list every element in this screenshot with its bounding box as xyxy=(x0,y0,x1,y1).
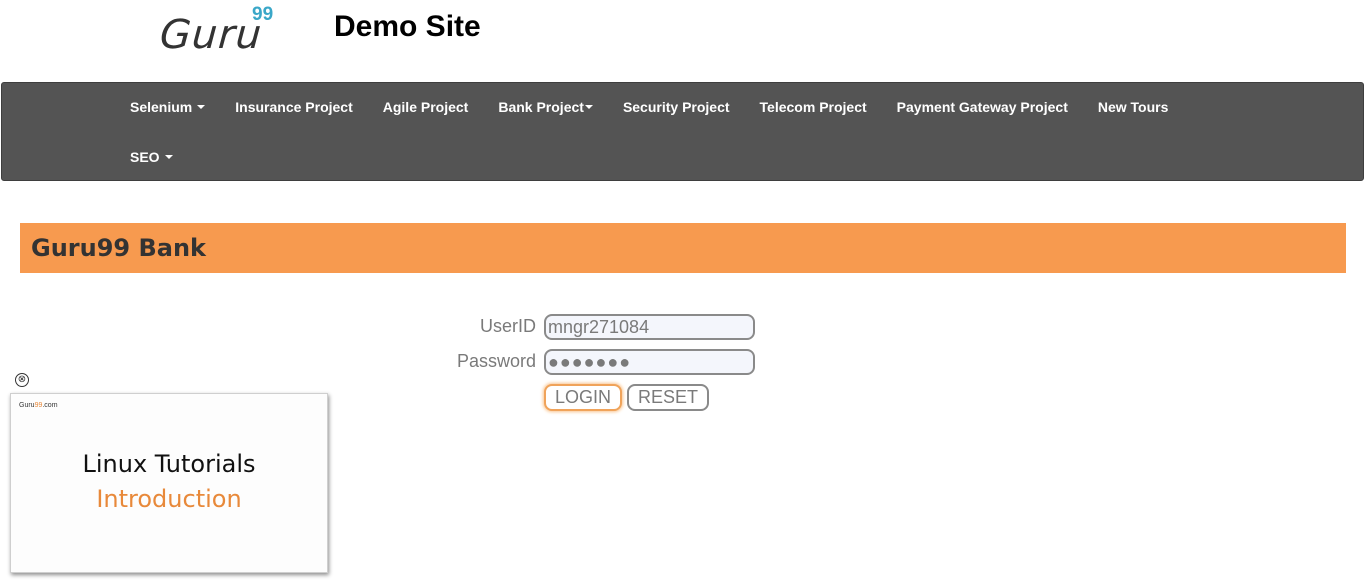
guru99-logo[interactable]: Guru 99 xyxy=(158,4,290,58)
site-title: Demo Site xyxy=(334,10,481,43)
nav-item-telecom-project[interactable]: Telecom Project xyxy=(745,99,882,115)
close-video-icon[interactable]: ⊗ xyxy=(15,373,29,387)
navbar-row-2: SEO xyxy=(115,133,188,181)
nav-item-payment-gateway-project[interactable]: Payment Gateway Project xyxy=(882,99,1083,115)
video-brand-prefix: Guru xyxy=(19,402,35,409)
nav-item-label: New Tours xyxy=(1097,99,1169,115)
nav-item-label: Insurance Project xyxy=(235,99,353,115)
nav-item-label: Security Project xyxy=(622,99,730,115)
nav-item-label: Selenium xyxy=(130,99,193,115)
caret-down-icon xyxy=(197,105,206,109)
userid-input[interactable]: mngr271084 xyxy=(544,314,755,340)
caret-down-icon xyxy=(164,155,173,159)
userid-label: UserID xyxy=(479,316,536,336)
nav-item-security-project[interactable]: Security Project xyxy=(608,99,745,115)
nav-item-label: SEO xyxy=(130,149,160,165)
nav-item-label: Agile Project xyxy=(382,99,469,115)
password-input[interactable]: ●●●●●●● xyxy=(544,349,755,375)
video-title: Linux Tutorials xyxy=(82,450,256,478)
password-label: Password xyxy=(456,351,536,371)
video-player[interactable]: Guru99.com Linux Tutorials Introduction xyxy=(10,393,328,573)
caret-down-icon xyxy=(584,105,593,109)
bank-banner: Guru99 Bank xyxy=(20,223,1346,273)
logo-superscript: 99 xyxy=(252,4,274,25)
login-button[interactable]: LOGIN xyxy=(544,384,622,411)
bank-title: Guru99 Bank xyxy=(31,234,206,262)
nav-item-bank-project[interactable]: Bank Project xyxy=(483,99,608,115)
nav-item-label: Payment Gateway Project xyxy=(896,99,1068,115)
video-brand-logo: Guru99.com xyxy=(19,402,58,409)
nav-item-insurance-project[interactable]: Insurance Project xyxy=(220,99,368,115)
main-navbar: Selenium Insurance Project Agile Project… xyxy=(1,82,1364,181)
nav-item-seo[interactable]: SEO xyxy=(115,149,188,165)
nav-item-agile-project[interactable]: Agile Project xyxy=(368,99,484,115)
video-brand-suffix: .com xyxy=(42,402,58,409)
nav-item-selenium[interactable]: Selenium xyxy=(115,99,220,115)
reset-button[interactable]: RESET xyxy=(627,384,709,411)
video-subtitle: Introduction xyxy=(96,485,242,513)
nav-item-label: Bank Project xyxy=(498,99,584,115)
navbar-row-1: Selenium Insurance Project Agile Project… xyxy=(115,83,1183,131)
logo-text: Guru xyxy=(158,12,264,58)
nav-item-label: Telecom Project xyxy=(759,99,867,115)
nav-item-new-tours[interactable]: New Tours xyxy=(1083,99,1184,115)
